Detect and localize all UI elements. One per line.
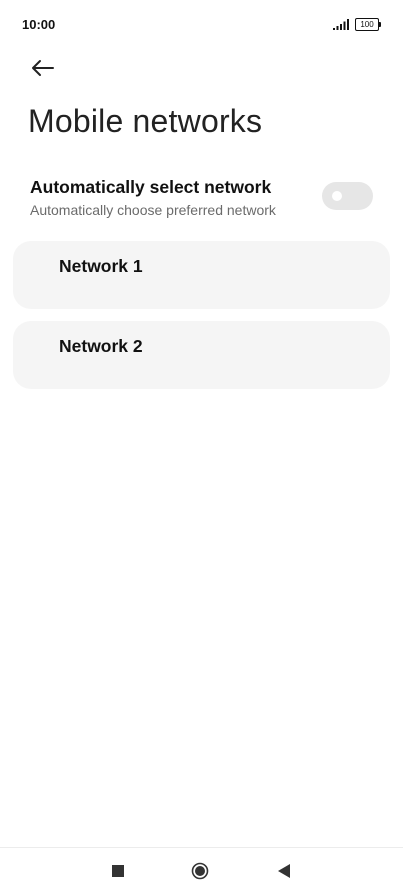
status-time: 10:00: [22, 17, 56, 32]
network-label: Network 1: [59, 256, 143, 276]
battery-tip: [379, 22, 381, 27]
auto-select-network-row[interactable]: Automatically select network Automatical…: [0, 172, 403, 228]
back-button[interactable]: [26, 52, 60, 86]
back-icon[interactable]: [277, 864, 291, 878]
battery-level: 100: [355, 18, 379, 31]
navigation-bar: [0, 847, 403, 896]
auto-select-subtitle: Automatically choose preferred network: [30, 202, 276, 218]
arrow-left-icon: [32, 60, 54, 76]
battery-icon: 100: [355, 18, 381, 31]
network-item-2[interactable]: Network 2: [13, 321, 390, 389]
toggle-knob: [332, 191, 342, 201]
network-label: Network 2: [59, 336, 143, 356]
status-bar: 10:00 100: [0, 0, 403, 48]
auto-select-title: Automatically select network: [30, 177, 272, 197]
signal-icon: [333, 19, 349, 30]
recents-icon[interactable]: [112, 865, 124, 877]
network-item-1[interactable]: Network 1: [13, 241, 390, 309]
mobile-networks-screen: 10:00 100 Mobile networks Automatically …: [0, 0, 403, 896]
home-icon[interactable]: [191, 862, 209, 880]
page-title: Mobile networks: [28, 103, 263, 139]
auto-select-toggle[interactable]: [322, 182, 373, 210]
